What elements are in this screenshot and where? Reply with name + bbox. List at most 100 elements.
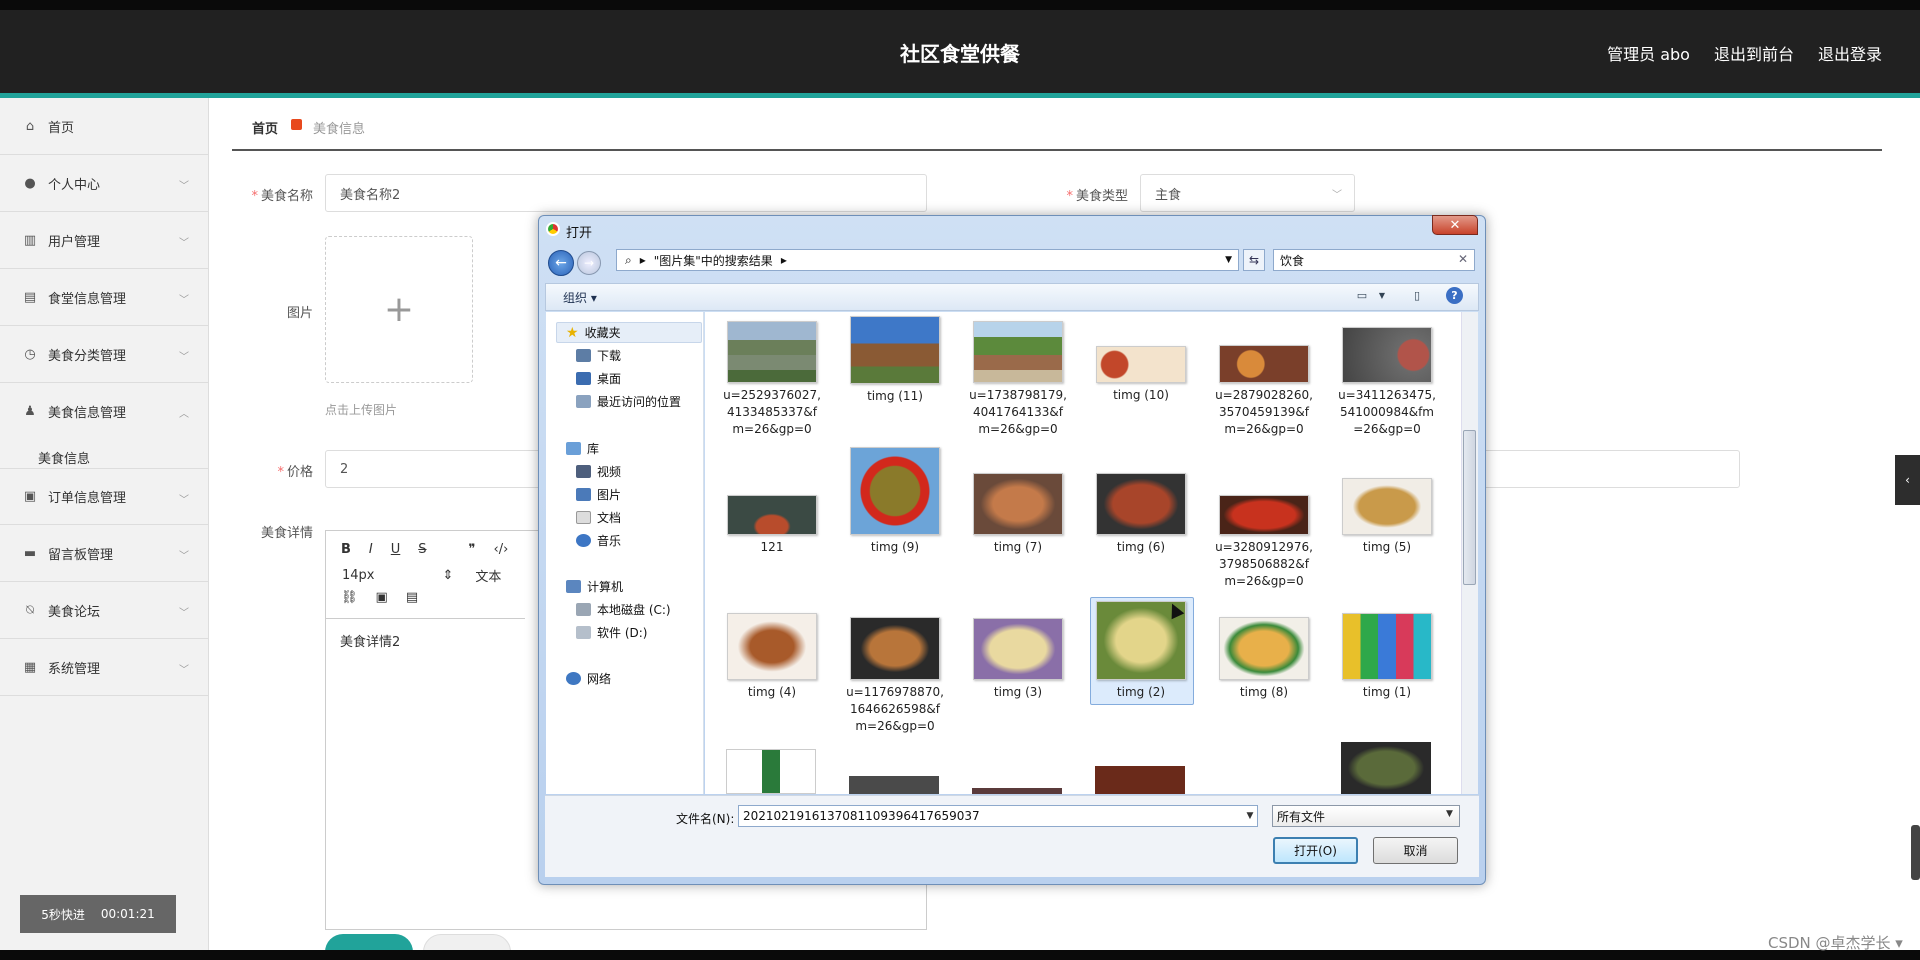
partial-thumbnail[interactable] — [726, 749, 816, 794]
filename-dropdown-icon[interactable]: ▼ — [1243, 807, 1257, 825]
forward-arrow-icon[interactable]: → — [577, 251, 601, 275]
sidebar-item-personal-center[interactable]: ● 个人中心 ﹀ — [0, 155, 209, 212]
file-item[interactable]: timg (3) — [968, 618, 1068, 701]
font-size-select[interactable]: 14px — [342, 568, 375, 583]
cancel-button[interactable]: 取消 — [1373, 837, 1458, 864]
filename-input[interactable]: 20210219161370811093964176590​37 — [738, 805, 1258, 827]
sidebar-subitem-food-info[interactable]: 美食信息 — [38, 448, 90, 467]
view-dropdown-icon[interactable]: ▼ — [1374, 288, 1390, 302]
collapse-panel-button[interactable]: ‹ — [1895, 455, 1920, 505]
nav-recent[interactable]: 最近访问的位置 — [576, 393, 681, 410]
link-icon[interactable]: ⛓ — [341, 590, 358, 605]
nav-music[interactable]: 音乐 — [576, 532, 621, 549]
sidebar-item-food-category[interactable]: ◷ 美食分类管理 ﹀ — [0, 326, 209, 383]
file-name: u=1738798179,4041764133&fm=26&gp=0 — [969, 388, 1067, 436]
sidebar-item-food-info-management[interactable]: ♟ 美食信息管理 ︿ — [0, 383, 209, 440]
nav-videos[interactable]: 视频 — [576, 463, 621, 480]
image-icon[interactable]: ▣ — [376, 590, 388, 605]
nav-drive-d[interactable]: 软件 (D:) — [576, 624, 647, 641]
quote-icon[interactable]: ❞ — [469, 542, 476, 557]
refresh-icon[interactable]: ⇆ — [1243, 249, 1265, 271]
partial-thumbnail[interactable] — [1341, 742, 1431, 794]
underline-icon[interactable]: U — [391, 542, 401, 557]
nav-network[interactable]: 网络 — [566, 670, 611, 687]
partial-thumbnail[interactable] — [1095, 766, 1185, 794]
chart-icon: ▥ — [23, 232, 37, 248]
admin-user-link[interactable]: 管理员 abo — [1607, 41, 1690, 65]
file-item[interactable]: u=3280912976,3798506882&fm=26&gp=0 — [1214, 495, 1314, 590]
file-item[interactable]: u=2529376027,4133485337&fm=26&gp=0 — [722, 321, 822, 438]
file-item[interactable]: timg (11) — [845, 316, 945, 405]
chevron-down-icon: ﹀ — [179, 665, 189, 676]
image-upload-button[interactable]: + — [325, 236, 473, 383]
file-item[interactable]: timg (7) — [968, 473, 1068, 556]
text-style-select[interactable]: 文本 — [475, 566, 501, 585]
clear-search-icon[interactable]: ✕ — [1458, 252, 1468, 266]
logout-link[interactable]: 退出登录 — [1818, 41, 1882, 65]
bold-icon[interactable]: B — [341, 542, 351, 557]
file-item[interactable]: u=2879028260,3570459139&fm=26&gp=0 — [1214, 345, 1314, 438]
nav-documents[interactable]: 文档 — [576, 509, 621, 526]
exit-to-frontend-link[interactable]: 退出到前台 — [1714, 41, 1794, 65]
video-icon[interactable]: ▤ — [406, 590, 418, 605]
file-item[interactable]: timg (4) — [722, 613, 822, 701]
nav-computer[interactable]: 计算机 — [566, 578, 623, 595]
code-icon[interactable]: ‹/› — [494, 542, 509, 557]
sidebar-item-food-forum[interactable]: ⍉ 美食论坛 ﹀ — [0, 582, 209, 639]
open-button[interactable]: 打开(O) — [1273, 837, 1358, 864]
chevron-down-icon: ﹀ — [179, 181, 189, 192]
playback-timer[interactable]: 5秒快进 00:01:21 — [20, 895, 176, 933]
file-name: u=2879028260,3570459139&fm=26&gp=0 — [1215, 388, 1313, 436]
close-icon[interactable]: ✕ — [1432, 215, 1478, 235]
library-icon — [566, 442, 581, 455]
organize-menu[interactable]: 组织 ▾ — [563, 289, 597, 306]
clock-icon: ◷ — [24, 346, 36, 362]
file-item[interactable]: timg (9) — [845, 447, 945, 556]
sidebar-item-order-management[interactable]: ▣ 订单信息管理 ﹀ — [0, 468, 209, 525]
sidebar-item-user-management[interactable]: ▥ 用户管理 ﹀ — [0, 212, 209, 269]
music-icon — [576, 534, 591, 547]
preview-pane-icon[interactable]: ▯ — [1409, 288, 1425, 302]
sidebar-item-system-management[interactable]: ▦ 系统管理 ﹀ — [0, 639, 209, 696]
food-type-label: * 美食类型 — [1066, 189, 1128, 204]
nav-library[interactable]: 库 — [566, 440, 599, 457]
sidebar-item-home[interactable]: ⌂ 首页 — [0, 98, 209, 155]
sidebar-item-label: 美食信息管理 — [48, 406, 127, 421]
nav-desktop[interactable]: 桌面 — [576, 370, 621, 387]
back-arrow-icon[interactable]: ← — [548, 250, 574, 276]
file-name: timg (1) — [1362, 685, 1412, 699]
nav-favorites[interactable]: ★ 收藏夹 — [566, 324, 621, 341]
scrollbar-thumb[interactable] — [1463, 430, 1476, 585]
nav-downloads[interactable]: 下载 — [576, 347, 621, 364]
file-item[interactable]: timg (5) — [1337, 478, 1437, 556]
address-dropdown-icon[interactable]: ▼ — [1225, 255, 1232, 265]
page-scrollbar[interactable] — [1911, 825, 1920, 880]
view-icon[interactable]: ▭ — [1354, 288, 1370, 302]
file-item[interactable]: u=1738798179,4041764133&fm=26&gp=0 — [968, 321, 1068, 438]
file-item[interactable]: timg (10) — [1091, 346, 1191, 404]
partial-thumbnail[interactable] — [849, 776, 939, 794]
file-item[interactable]: u=1176978870,1646626598&fm=26&gp=0 — [845, 617, 945, 735]
strike-icon[interactable]: S — [418, 542, 426, 557]
file-item[interactable]: timg (1) — [1337, 613, 1437, 701]
help-icon[interactable]: ? — [1446, 287, 1463, 304]
file-item[interactable]: timg (8) — [1214, 617, 1314, 701]
breadcrumb-home[interactable]: 首页 — [252, 118, 278, 137]
nav-pictures[interactable]: 图片 — [576, 486, 621, 503]
bottom-black-strip — [0, 950, 1920, 960]
food-name-input[interactable]: 美食名称2 — [325, 174, 927, 212]
file-item[interactable]: timg (6) — [1091, 473, 1191, 556]
sidebar-item-label: 个人中心 — [48, 177, 101, 193]
file-item[interactable]: u=3411263475,541000984&fm=26&gp=0 — [1337, 327, 1437, 438]
sidebar-item-canteen-management[interactable]: ▤ 食堂信息管理 ﹀ — [0, 269, 209, 326]
file-item[interactable]: 121 — [722, 495, 822, 556]
select-arrows-icon[interactable]: ⇕ — [443, 568, 454, 583]
search-input[interactable]: 饮食 — [1273, 249, 1475, 271]
partial-thumbnail[interactable] — [972, 788, 1062, 794]
italic-icon[interactable]: I — [369, 542, 373, 557]
address-bar[interactable]: ⌕ ▸ "图片集"中的搜索结果 ▸ ▼ — [616, 249, 1239, 271]
filetype-select[interactable]: 所有文件 — [1272, 805, 1460, 827]
food-type-select[interactable]: 主食 ﹀ — [1140, 174, 1355, 212]
nav-drive-c[interactable]: 本地磁盘 (C:) — [576, 601, 671, 618]
sidebar-item-message-board[interactable]: ▬ 留言板管理 ﹀ — [0, 525, 209, 582]
